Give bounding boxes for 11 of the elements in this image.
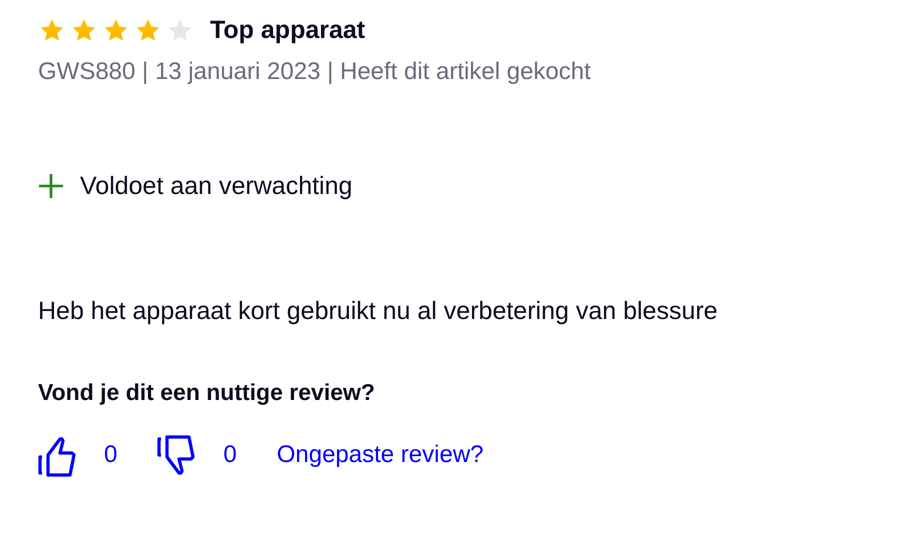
vote-count: 0 [104,440,118,470]
helpful-question: Vond je dit een nuttige review? [38,378,376,407]
plus-icon [38,173,64,200]
like-button[interactable]: 0 [38,431,118,479]
dislike-button[interactable]: 0 [157,431,237,479]
review-body: Heb het apparaat kort gebruikt nu al verbetering van blessure [38,296,719,327]
vote-count: 0 [223,440,237,470]
pro-text: Voldoet aan verwachting [80,170,352,202]
report-link[interactable]: Ongepaste review? [276,437,484,473]
review-meta: GWS880 | 13 januari 2023 | Heeft dit artikel gekocht [38,56,592,86]
review-title: Top apparaat [210,15,366,46]
